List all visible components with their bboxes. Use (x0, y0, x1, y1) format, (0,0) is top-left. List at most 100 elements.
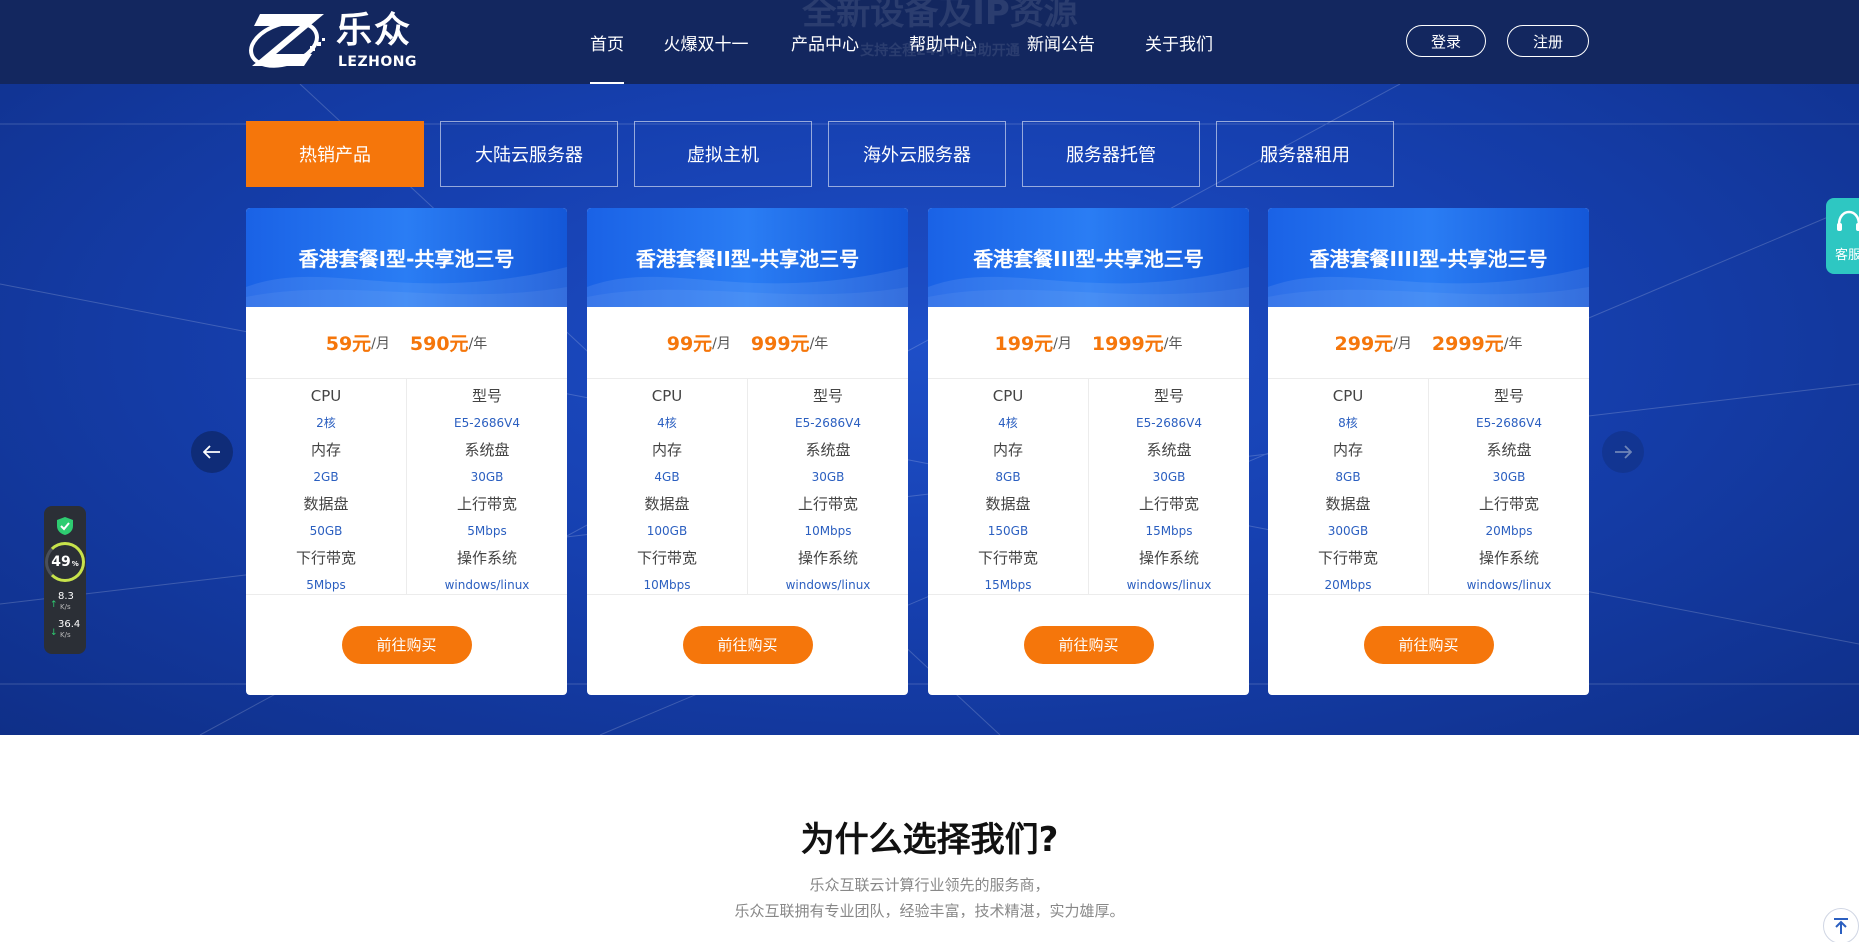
spec-label-system-disk: 系统盘 (1486, 441, 1532, 459)
card-price: 59元 /月 590元 /年 (246, 307, 567, 379)
buy-button[interactable]: 前往购买 (682, 625, 813, 664)
nav-item-about[interactable]: 关于我们 (1120, 0, 1238, 84)
card-title: 香港套餐IIII型-共享池三号 (1309, 247, 1548, 271)
why-description-line-1: 乐众互联云计算行业领先的服务商， (809, 876, 1050, 894)
spec-value-cpu: 2核 (316, 416, 336, 430)
memory-usage-unit: % (71, 560, 79, 568)
spec-label-data-disk: 数据盘 (644, 495, 690, 513)
card-title: 香港套餐III型-共享池三号 (973, 247, 1204, 271)
logo-english-name: LEZHONG (338, 54, 417, 70)
login-button[interactable]: 登录 (1406, 25, 1486, 57)
back-to-top-button[interactable] (1823, 908, 1859, 942)
spec-column-right: 型号 E5-2686V4 系统盘 30GB 上行带宽 10Mbps 操作系统 w… (748, 379, 908, 594)
card-price: 299元 /月 2999元 /年 (1268, 307, 1589, 379)
spec-value-data-disk: 150GB (987, 524, 1029, 538)
memory-usage-percent: 49 (51, 554, 71, 570)
download-speed-unit: K/s (60, 631, 71, 639)
nav-item-label: 火爆双十一 (663, 34, 749, 55)
card-title: 香港套餐I型-共享池三号 (298, 247, 515, 271)
spec-value-data-disk: 300GB (1327, 524, 1369, 538)
spec-value-model: E5-2686V4 (795, 416, 861, 430)
nav-item-label: 新闻公告 (1027, 34, 1095, 55)
price-monthly: 99元 (666, 333, 713, 355)
card-header: 香港套餐III型-共享池三号 (928, 208, 1249, 307)
buy-button[interactable]: 前往购买 (1363, 625, 1494, 664)
spec-label-model: 型号 (471, 387, 502, 405)
spec-value-data-disk: 50GB (309, 524, 343, 538)
card-specs: CPU 4核 内存 4GB 数据盘 100GB 下行带宽 10Mbps 型号 E… (587, 379, 908, 595)
card-title: 香港套餐II型-共享池三号 (635, 247, 860, 271)
price-yearly: 2999元 (1431, 333, 1504, 355)
buy-button[interactable]: 前往购买 (341, 625, 472, 664)
tab-overseas-cloud[interactable]: 海外云服务器 (828, 121, 1006, 187)
spec-value-cpu: 4核 (998, 416, 1018, 430)
spec-label-cpu: CPU (992, 387, 1024, 405)
carousel-prev-button[interactable] (191, 431, 233, 473)
nav-item-double-eleven[interactable]: 火爆双十一 (646, 0, 766, 84)
spec-value-os: windows/linux (785, 578, 871, 592)
nav-item-news[interactable]: 新闻公告 (1002, 0, 1120, 84)
why-description-line-2: 乐众互联拥有专业团队，经验丰富，技术精湛，实力雄厚。 (734, 902, 1125, 920)
price-monthly-unit: /月 (371, 335, 390, 352)
spec-value-system-disk: 30GB (811, 470, 845, 484)
site-header: 全新设备及IP资源 支持全程24小时自助开通 乐众 LEZHONG 首页 火爆双… (0, 0, 1859, 84)
price-yearly-unit: /年 (468, 335, 488, 352)
buy-button[interactable]: 前往购买 (1023, 625, 1154, 664)
spec-column-right: 型号 E5-2686V4 系统盘 30GB 上行带宽 5Mbps 操作系统 wi… (407, 379, 567, 594)
tab-mainland-cloud[interactable]: 大陆云服务器 (440, 121, 618, 187)
nav-item-home[interactable]: 首页 (568, 0, 646, 84)
spec-label-downlink: 下行带宽 (295, 549, 356, 567)
price-monthly-unit: /月 (1053, 335, 1072, 352)
card-price: 199元 /月 1999元 /年 (928, 307, 1249, 379)
spec-label-data-disk: 数据盘 (303, 495, 349, 513)
product-cards: 香港套餐I型-共享池三号 59元 /月 590元 /年 CPU 2核 内存 2G… (246, 208, 1589, 695)
spec-label-downlink: 下行带宽 (1317, 549, 1378, 567)
spec-label-data-disk: 数据盘 (985, 495, 1031, 513)
site-logo[interactable]: 乐众 LEZHONG (246, 8, 421, 74)
price-yearly: 590元 (409, 333, 469, 355)
customer-service-tab[interactable]: 客服 (1826, 198, 1859, 274)
spec-label-data-disk: 数据盘 (1325, 495, 1371, 513)
card-header: 香港套餐II型-共享池三号 (587, 208, 908, 307)
product-card: 香港套餐II型-共享池三号 99元 /月 999元 /年 CPU 4核 内存 4… (587, 208, 908, 695)
spec-label-uplink: 上行带宽 (1478, 495, 1539, 513)
spec-value-uplink: 10Mbps (804, 524, 852, 538)
register-button[interactable]: 注册 (1507, 25, 1589, 57)
spec-value-memory: 8GB (995, 470, 1021, 484)
product-card: 香港套餐III型-共享池三号 199元 /月 1999元 /年 CPU 4核 内… (928, 208, 1249, 695)
shield-check-icon (57, 517, 73, 535)
tab-server-hosting[interactable]: 服务器托管 (1022, 121, 1200, 187)
spec-column-left: CPU 4核 内存 8GB 数据盘 150GB 下行带宽 15Mbps (928, 379, 1089, 594)
carousel-next-button[interactable] (1602, 431, 1644, 473)
nav-item-help[interactable]: 帮助中心 (884, 0, 1002, 84)
spec-label-memory: 内存 (992, 441, 1023, 459)
spec-value-cpu: 4核 (657, 416, 677, 430)
why-choose-us-title: 为什么选择我们? (800, 820, 1059, 860)
upload-speed: 8.3 K/s (58, 592, 74, 612)
spec-label-os: 操作系统 (1138, 549, 1199, 567)
spec-label-os: 操作系统 (456, 549, 517, 567)
nav-item-label: 首页 (590, 34, 624, 55)
card-header: 香港套餐I型-共享池三号 (246, 208, 567, 307)
spec-label-system-disk: 系统盘 (805, 441, 851, 459)
price-yearly-unit: /年 (809, 335, 829, 352)
card-footer: 前往购买 (587, 595, 908, 694)
price-monthly: 59元 (325, 333, 372, 355)
product-card: 香港套餐I型-共享池三号 59元 /月 590元 /年 CPU 2核 内存 2G… (246, 208, 567, 695)
spec-value-system-disk: 30GB (1492, 470, 1526, 484)
download-arrow-icon: ↓ (50, 628, 58, 638)
spec-label-system-disk: 系统盘 (464, 441, 510, 459)
network-monitor-widget[interactable]: 49% ↑ 8.3 K/s ↓ 36.4 K/s (44, 506, 86, 654)
tab-server-rental[interactable]: 服务器租用 (1216, 121, 1394, 187)
spec-value-model: E5-2686V4 (1476, 416, 1542, 430)
nav-item-label: 产品中心 (791, 34, 859, 55)
nav-item-products[interactable]: 产品中心 (766, 0, 884, 84)
spec-column-left: CPU 4核 内存 4GB 数据盘 100GB 下行带宽 10Mbps (587, 379, 748, 594)
tab-virtual-host[interactable]: 虚拟主机 (634, 121, 812, 187)
spec-value-os: windows/linux (1126, 578, 1212, 592)
card-footer: 前往购买 (928, 595, 1249, 694)
spec-value-system-disk: 30GB (1152, 470, 1186, 484)
memory-usage-ring: 49% (45, 542, 85, 582)
tab-hot-products[interactable]: 热销产品 (246, 121, 424, 187)
card-footer: 前往购买 (246, 595, 567, 694)
